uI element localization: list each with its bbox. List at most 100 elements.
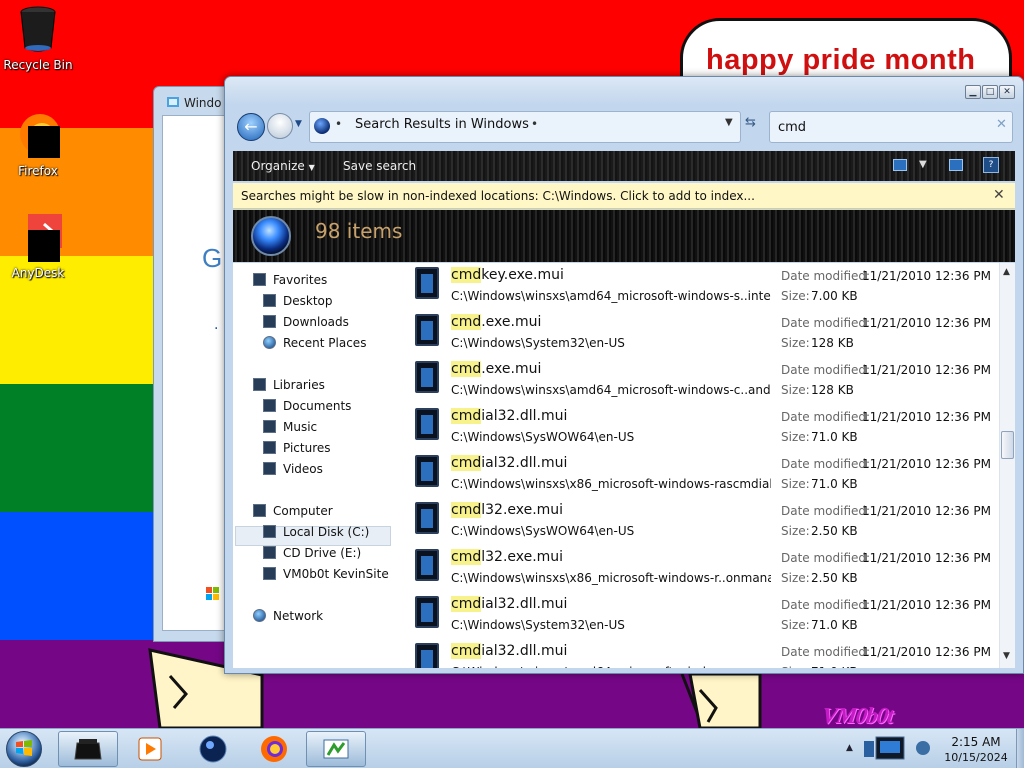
organize-button[interactable]: Organize ▼ [251, 159, 315, 173]
background-window[interactable]: Windo G · · [153, 86, 233, 642]
close-button[interactable]: ✕ [999, 85, 1015, 99]
favorites-star-icon [253, 273, 266, 286]
mui-file-icon [415, 408, 439, 440]
nav-favorites[interactable]: Favorites [253, 273, 327, 293]
date-modified-label: Date modified: [781, 410, 871, 424]
show-hidden-icons-icon[interactable]: ▲ [846, 743, 853, 753]
clock-time: 2:15 AM [951, 735, 1001, 749]
nav-kevinsite[interactable]: VM0b0t KevinSite [263, 567, 389, 587]
navigation-pane: Favorites Desktop Downloads Recent Place… [233, 263, 409, 668]
explorer-window[interactable]: ▁ □ ✕ ← ▼ • Search Results in Windows • … [224, 76, 1024, 674]
scrollbar-thumb[interactable] [1001, 431, 1014, 459]
date-modified-value: 11/21/2010 12:36 PM [862, 598, 991, 612]
clear-search-icon[interactable]: ✕ [996, 117, 1007, 132]
file-row[interactable]: cmdial32.dll.mui C:\Windows\winsxs\amd64_… [409, 639, 999, 668]
file-row[interactable]: cmdkey.exe.mui C:\Windows\winsxs\amd64_mi… [409, 263, 999, 310]
nav-libraries[interactable]: Libraries [253, 378, 325, 398]
file-row[interactable]: cmdl32.exe.mui C:\Windows\SysWOW64\en-US D… [409, 498, 999, 545]
file-name-rest: .exe.mui [481, 361, 542, 377]
nav-downloads[interactable]: Downloads [263, 315, 349, 335]
info-bar-text[interactable]: Searches might be slow in non-indexed lo… [241, 189, 755, 203]
address-dropdown-icon[interactable]: ▼ [725, 117, 733, 128]
nav-music[interactable]: Music [263, 420, 317, 440]
file-row[interactable]: cmd.exe.mui C:\Windows\winsxs\amd64_micro… [409, 357, 999, 404]
breadcrumb-search-results[interactable]: Search Results in Windows [355, 117, 529, 132]
file-name-rest: key.exe.mui [481, 267, 564, 283]
mui-file-icon [415, 361, 439, 393]
back-button[interactable]: ← [237, 113, 265, 141]
search-input[interactable] [769, 111, 1013, 143]
file-name: cmdial32.dll.mui [451, 408, 567, 424]
search-match-highlight: cmd [451, 455, 482, 471]
mui-file-icon [415, 502, 439, 534]
microsoft-logo-icon [206, 587, 219, 600]
size-value: 71.0 KB [811, 665, 858, 668]
recent-pages-dropdown-icon[interactable]: ▼ [295, 119, 302, 129]
maximize-button[interactable]: □ [982, 85, 998, 99]
date-modified-label: Date modified: [781, 363, 871, 377]
file-row[interactable]: cmdial32.dll.mui C:\Windows\SysWOW64\en-U… [409, 404, 999, 451]
nav-videos[interactable]: Videos [263, 462, 323, 482]
desktop-icon-firefox[interactable]: Firefox [0, 112, 76, 178]
file-row[interactable]: cmdial32.dll.mui C:\Windows\winsxs\x86_mi… [409, 451, 999, 498]
volume-icon[interactable] [916, 741, 930, 755]
scroll-up-icon[interactable]: ▲ [1003, 267, 1010, 277]
nav-desktop[interactable]: Desktop [263, 294, 333, 314]
taskbar-app-button[interactable] [306, 731, 366, 767]
nav-computer[interactable]: Computer [253, 504, 333, 524]
change-view-icon[interactable] [893, 159, 907, 171]
network-status-icon[interactable] [862, 735, 908, 763]
scroll-down-icon[interactable]: ▼ [1003, 651, 1010, 661]
taskbar-internet-explorer-button[interactable] [184, 731, 242, 767]
nav-documents[interactable]: Documents [263, 399, 351, 419]
background-window-partial-text: G [202, 243, 223, 273]
breadcrumb-separator-icon[interactable]: • [531, 117, 538, 131]
network-icon [253, 609, 266, 622]
title-bar[interactable] [225, 77, 1023, 105]
file-row[interactable]: cmdl32.exe.mui C:\Windows\winsxs\x86_micr… [409, 545, 999, 592]
window-app-icon [167, 97, 179, 107]
desktop-icon-label: Recycle Bin [3, 58, 73, 72]
minimize-button[interactable]: ▁ [965, 85, 981, 99]
recent-places-icon [263, 336, 276, 349]
taskbar-clock[interactable]: 2:15 AM 10/15/2024 [938, 731, 1014, 767]
preview-pane-icon[interactable] [949, 159, 963, 171]
show-desktop-button[interactable] [1016, 729, 1024, 768]
downloads-icon [263, 315, 276, 328]
file-row[interactable]: cmdial32.dll.mui C:\Windows\System32\en-U… [409, 592, 999, 639]
search-match-highlight: cmd [451, 502, 482, 518]
file-row[interactable]: cmd.exe.mui C:\Windows\System32\en-US Date… [409, 310, 999, 357]
nav-label: Videos [283, 462, 323, 476]
address-row: ← ▼ • Search Results in Windows • ▼ ⇆ ✕ [225, 105, 1023, 149]
refresh-icon[interactable]: ⇆ [745, 115, 756, 130]
taskbar-media-player-button[interactable] [122, 731, 178, 767]
date-modified-value: 11/21/2010 12:36 PM [862, 316, 991, 330]
view-options-dropdown-icon[interactable]: ▼ [919, 159, 927, 170]
save-search-button[interactable]: Save search [343, 159, 416, 173]
close-info-bar-icon[interactable]: ✕ [993, 187, 1005, 203]
desktop-icon-label: Firefox [18, 164, 58, 178]
date-modified-label: Date modified: [781, 598, 871, 612]
taskbar-firefox-button[interactable] [246, 731, 302, 767]
index-info-bar[interactable]: Searches might be slow in non-indexed lo… [233, 183, 1015, 209]
forward-button[interactable] [267, 113, 293, 139]
date-modified-value: 11/21/2010 12:36 PM [862, 410, 991, 424]
mui-file-icon [415, 267, 439, 299]
nav-pictures[interactable]: Pictures [263, 441, 331, 461]
date-modified-label: Date modified: [781, 645, 871, 659]
help-icon[interactable]: ? [983, 157, 999, 173]
nav-recent-places[interactable]: Recent Places [263, 336, 366, 356]
size-label: Size: [781, 336, 810, 350]
breadcrumb-separator-icon[interactable]: • [335, 117, 342, 131]
desktop-icon-recycle-bin[interactable]: Recycle Bin [0, 4, 76, 72]
nav-local-disk[interactable]: Local Disk (C:) [263, 525, 369, 545]
desktop-icon-anydesk[interactable]: AnyDesk [0, 214, 76, 280]
nav-cd-drive[interactable]: CD Drive (E:) [263, 546, 361, 566]
file-name: cmdl32.exe.mui [451, 549, 563, 565]
file-list[interactable]: cmdkey.exe.mui C:\Windows\winsxs\amd64_mi… [409, 263, 999, 668]
file-path: C:\Windows\winsxs\x86_microsoft-windows-… [451, 477, 771, 491]
vertical-scrollbar[interactable]: ▲ ▼ [999, 263, 1015, 668]
windows-logo-icon [16, 740, 32, 756]
nav-network[interactable]: Network [253, 609, 323, 629]
taskbar-explorer-button[interactable] [58, 731, 118, 767]
